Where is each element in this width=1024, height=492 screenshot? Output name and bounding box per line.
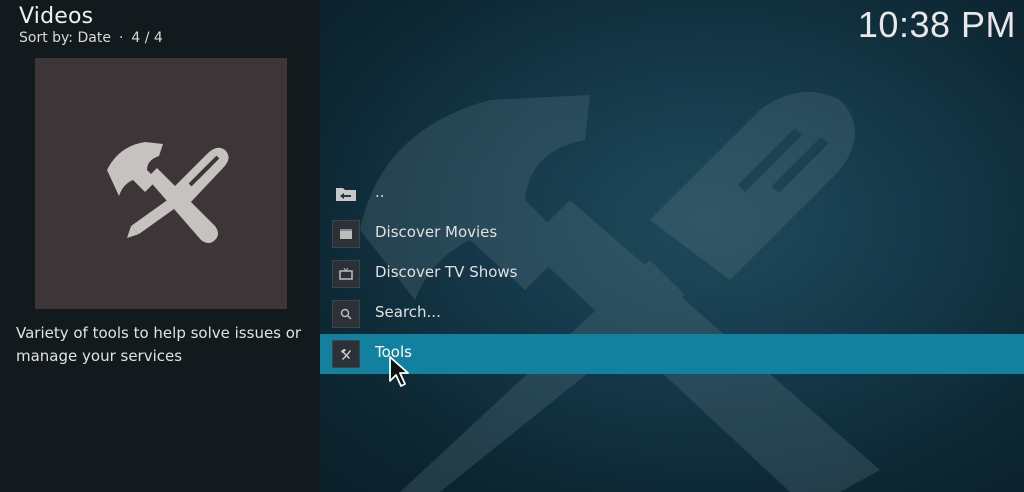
info-panel: Videos Sort by: Date · 4 / 4 Variety of … — [0, 0, 320, 492]
list-item-label: .. — [375, 183, 385, 201]
item-thumbnail — [35, 58, 287, 309]
list-item-search[interactable]: Search... — [320, 294, 1024, 334]
clock: 10:38 PM — [857, 4, 1016, 45]
list-item-parent[interactable]: .. — [320, 174, 1024, 214]
list-item-discover-movies[interactable]: Discover Movies — [320, 214, 1024, 254]
list-item-label: Search... — [375, 303, 441, 321]
item-count: 4 / 4 — [131, 30, 163, 46]
tv-icon — [332, 260, 360, 288]
sort-info: Sort by: Date · 4 / 4 — [19, 30, 163, 46]
folder-back-icon — [332, 180, 360, 208]
clapperboard-icon — [332, 220, 360, 248]
list-item-discover-tv-shows[interactable]: Discover TV Shows — [320, 254, 1024, 294]
list-item-label: Discover TV Shows — [375, 263, 518, 281]
list-item-tools[interactable]: Tools — [320, 334, 1024, 374]
tools-icon — [332, 340, 360, 368]
mouse-cursor-icon — [389, 356, 409, 387]
page-title: Videos — [19, 4, 94, 29]
sort-label[interactable]: Sort by: Date — [19, 30, 111, 46]
tools-icon — [107, 142, 229, 243]
item-description: Variety of tools to help solve issues or… — [16, 324, 302, 365]
search-icon — [332, 300, 360, 328]
list-item-label: Discover Movies — [375, 223, 498, 241]
file-list: .. Discover Movies Discover TV Shows Sea… — [320, 174, 1024, 374]
